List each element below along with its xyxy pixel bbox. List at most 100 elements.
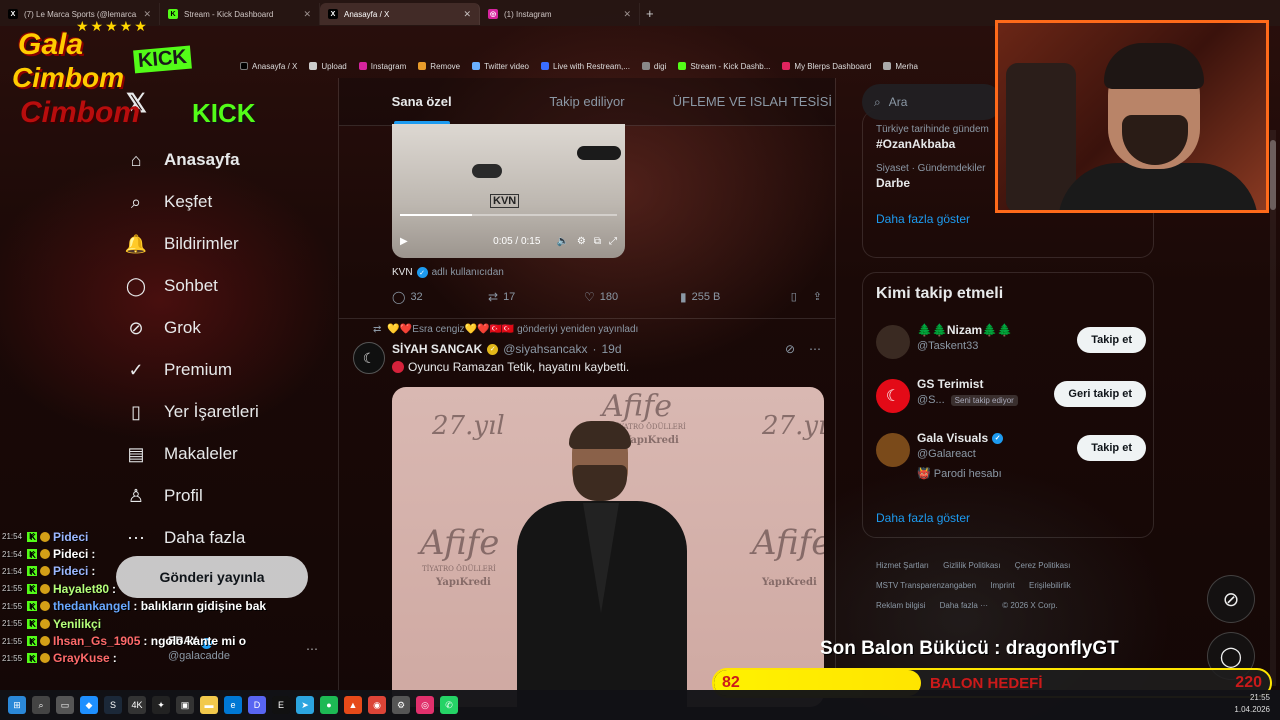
avatar[interactable] [876, 325, 910, 359]
epic-games-icon[interactable]: E [272, 696, 290, 714]
share-icon[interactable]: ⇪ [813, 290, 822, 304]
nav-item-bookmarks[interactable]: ▯ Yer İşaretleri [122, 391, 322, 433]
nav-item-premium[interactable]: ✓ Premium [122, 349, 322, 391]
repost-button[interactable]: ⇄ 17 [488, 290, 584, 304]
nav-item-profile[interactable]: ♙ Profil [122, 475, 322, 517]
system-tray-clock[interactable]: 21:55 1.04.2026 [1234, 692, 1270, 716]
footer-link[interactable]: Reklam bilgisi [876, 601, 925, 610]
chatgpt-icon[interactable]: ✦ [152, 696, 170, 714]
suggested-user[interactable]: ☾ GS Terimist @S... Seni takip ediyor Ger… [876, 377, 1146, 421]
footer-link[interactable]: Gizlilik Politikası [943, 561, 1000, 570]
follow-back-button[interactable]: Geri takip et [1054, 381, 1146, 407]
steam-icon[interactable]: S [104, 696, 122, 714]
pip-icon[interactable]: ⧉ [594, 236, 601, 247]
whatsapp-icon[interactable]: ✆ [440, 696, 458, 714]
views-button[interactable]: ▮ 255 B [680, 290, 776, 304]
bookmark-item[interactable]: Stream - Kick Dashb... [678, 62, 770, 71]
more-icon[interactable]: ⋯ [809, 342, 821, 356]
post-author[interactable]: SİYAH SANCAK [392, 342, 482, 356]
instagram-icon: ◎ [488, 9, 498, 19]
avatar[interactable] [876, 433, 910, 467]
image-watermark: Afife [420, 523, 500, 563]
turkey-flag-avatar[interactable]: ☾ [876, 379, 910, 413]
bookmark-item[interactable]: Live with Restream,... [541, 62, 630, 71]
footer-link[interactable]: Daha fazla ··· [940, 601, 988, 610]
browser-tab-2[interactable]: X Anasayfa / X ✕ [320, 3, 480, 25]
footer-link[interactable]: Çerez Politikası [1015, 561, 1071, 570]
app-icon[interactable]: ▣ [176, 696, 194, 714]
nav-item-chat[interactable]: ◯ Sohbet [122, 265, 322, 307]
nav-item-home[interactable]: ⌂ Anasayfa [122, 139, 322, 181]
close-tab-icon[interactable]: ✕ [623, 9, 631, 20]
footer-link[interactable]: Erişilebilirlik [1029, 581, 1071, 590]
video-player[interactable]: KVN ▶ 0:05 / 0:15 🔈 ⚙ ⧉ ⤢ [392, 124, 625, 258]
bookmark-icon[interactable]: ▯ [791, 290, 797, 304]
fullscreen-icon[interactable]: ⤢ [609, 236, 617, 247]
app-icon[interactable]: ▲ [344, 696, 362, 714]
new-tab-button[interactable]: + [640, 6, 660, 21]
chat-line: 21:54 K Pideci [2, 529, 89, 544]
follow-button[interactable]: Takip et [1077, 327, 1146, 353]
app-icon[interactable]: ● [320, 696, 338, 714]
windows-start-icon[interactable]: ⊞ [8, 696, 26, 714]
close-tab-icon[interactable]: ✕ [303, 9, 311, 20]
footer-link[interactable]: Imprint [990, 581, 1014, 590]
source-name[interactable]: KVN [392, 267, 413, 278]
nav-item-notifications[interactable]: 🔔 Bildirimler [122, 223, 322, 265]
app-icon[interactable]: 4K [128, 696, 146, 714]
volume-icon[interactable]: 🔈 [556, 236, 568, 247]
show-more-link[interactable]: Daha fazla göster [863, 511, 983, 525]
nav-item-explore[interactable]: ⌕ Keşfet [122, 181, 322, 223]
instagram-icon[interactable]: ◎ [416, 696, 434, 714]
discord-icon[interactable]: D [248, 696, 266, 714]
avatar[interactable]: ☾ [353, 342, 385, 374]
bookmark-item[interactable]: Remove [418, 62, 460, 71]
reply-button[interactable]: ◯ 32 [392, 290, 488, 304]
kick-logo-icon: KICK [133, 45, 192, 74]
show-more-link[interactable]: Daha fazla göster [863, 212, 1153, 226]
footer-link[interactable]: MSTV Transparenzangaben [876, 581, 976, 590]
page-scrollbar[interactable] [1270, 130, 1276, 686]
tab-list[interactable]: ÜFLEME VE ISLAH TESİSİ [670, 78, 835, 125]
grok-icon[interactable]: ⊘ [785, 342, 795, 356]
nav-item-grok[interactable]: ⊘ Grok [122, 307, 322, 349]
video-progress-bar[interactable] [400, 214, 617, 216]
suggested-user[interactable]: 🌲🌲Nizam🌲🌲 @Taskent33 Takip et [876, 323, 1146, 367]
browser-tab-3[interactable]: ◎ (1) Instagram ✕ [480, 3, 640, 25]
bookmark-item[interactable]: Instagram [358, 62, 406, 71]
task-view-icon[interactable]: ▭ [56, 696, 74, 714]
search-input[interactable]: ⌕ Ara [862, 84, 1002, 120]
bookmarks-bar: Anasayfa / X Upload Instagram Remove Twi… [240, 57, 918, 75]
post-handle[interactable]: @siyahsancakx [503, 342, 587, 356]
bookmark-item[interactable]: digi [641, 62, 666, 71]
like-button[interactable]: ♡ 180 [584, 290, 680, 304]
bookmark-item[interactable]: Twitter video [472, 62, 529, 71]
post-time[interactable]: 19d [601, 342, 621, 356]
footer-link[interactable]: Hizmet Şartları [876, 561, 929, 570]
play-icon[interactable]: ▶ [400, 236, 408, 247]
bookmark-item[interactable]: Merha [883, 62, 918, 71]
tab-following[interactable]: Takip ediliyor [504, 78, 669, 125]
stars-decoration: ★★★★★ [76, 18, 149, 34]
parody-label: 👹 Parodi hesabı [917, 468, 1002, 480]
telegram-icon[interactable]: ➤ [296, 696, 314, 714]
chrome-icon[interactable]: ◉ [368, 696, 386, 714]
tab-for-you[interactable]: Sana özel [339, 78, 504, 125]
suggested-user[interactable]: Gala Visuals ✓ @Galareact 👹 Parodi hesabı… [876, 431, 1146, 480]
follow-button[interactable]: Takip et [1077, 435, 1146, 461]
app-icon[interactable]: ◆ [80, 696, 98, 714]
settings-icon[interactable]: ⚙ [577, 236, 586, 247]
scrollbar-thumb[interactable] [1270, 140, 1276, 210]
folder-icon[interactable]: ▬ [200, 696, 218, 714]
grok-floating-button[interactable]: ⊘ [1207, 575, 1255, 623]
settings-icon[interactable]: ⚙ [392, 696, 410, 714]
close-tab-icon[interactable]: ✕ [463, 9, 471, 20]
nav-item-articles[interactable]: ▤ Makaleler [122, 433, 322, 475]
post-image[interactable]: 27.yıl Afife TİYATRO ÖDÜLLERİ YapıKredi … [392, 387, 824, 707]
bookmark-item[interactable]: My Blerps Dashboard [782, 62, 871, 71]
edge-icon[interactable]: e [224, 696, 242, 714]
search-icon[interactable]: ⌕ [32, 696, 50, 714]
bookmark-item[interactable]: Upload [309, 62, 347, 71]
chat-line: 21:55 K Hayalet80: [2, 581, 117, 596]
kick-logo-icon: KICK [192, 98, 256, 128]
